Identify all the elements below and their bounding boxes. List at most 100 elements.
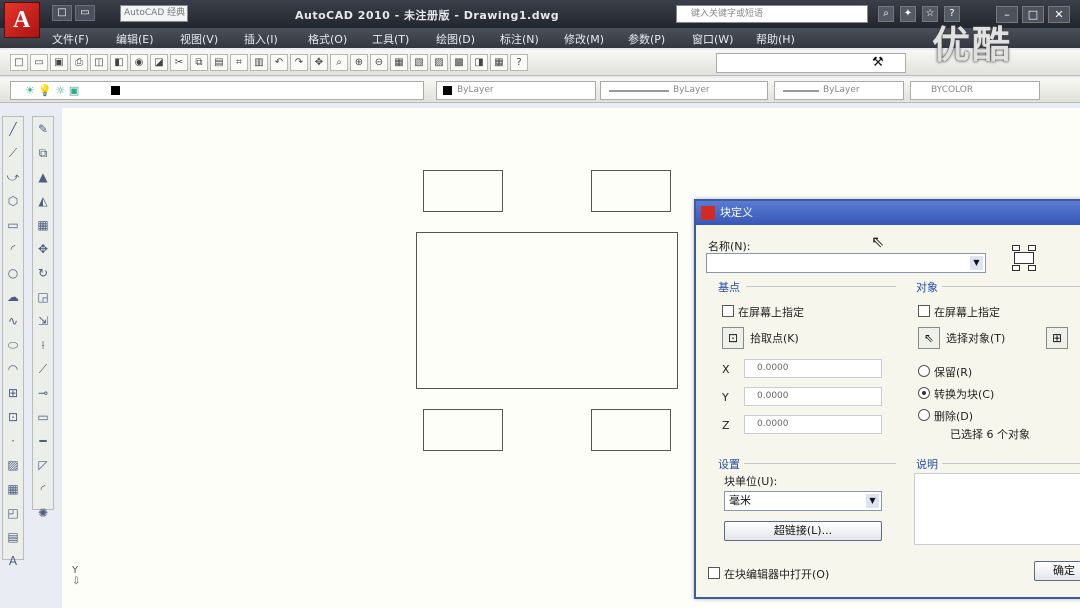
pan-icon[interactable]: ✥	[310, 54, 328, 71]
plotstyle-control[interactable]: BYCOLOR	[910, 81, 1040, 100]
open-in-block-editor-checkbox[interactable]	[708, 567, 720, 579]
region-icon[interactable]: ◰	[3, 501, 23, 525]
qnew-icon[interactable]: □	[52, 5, 72, 21]
plot-icon[interactable]: ⎙	[70, 54, 88, 71]
menu-modify[interactable]: 修改(M)	[564, 28, 628, 48]
base-y-input[interactable]: 0.0000	[744, 387, 882, 406]
rotate-icon[interactable]: ↻	[33, 261, 53, 285]
cut-icon[interactable]: ✂	[170, 54, 188, 71]
zoom-window-icon[interactable]: ⊕	[350, 54, 368, 71]
sheet-set-icon[interactable]: ▩	[450, 54, 468, 71]
chair-rectangle[interactable]	[423, 409, 503, 451]
close-button[interactable]: ✕	[1048, 6, 1070, 23]
select-objects-icon[interactable]: ⇖	[918, 327, 940, 349]
3d-dwf-icon[interactable]: ◉	[130, 54, 148, 71]
gradient-icon[interactable]: ▦	[3, 477, 23, 501]
design-feed-icon[interactable]: ◪	[150, 54, 168, 71]
qopen-icon[interactable]: ▭	[75, 5, 95, 21]
table-icon[interactable]: ▤	[3, 525, 23, 549]
menu-tools[interactable]: 工具(T)	[372, 28, 436, 48]
save-icon[interactable]: ▣	[50, 54, 68, 71]
lineweight-control[interactable]: ByLayer	[774, 81, 904, 100]
trim-icon[interactable]: ⟊	[33, 333, 53, 357]
zoom-realtime-icon[interactable]: ⌕	[330, 54, 348, 71]
chamfer-icon[interactable]: ◸	[33, 453, 53, 477]
block-unit-select[interactable]: 毫米 ▼	[724, 491, 882, 511]
fillet-icon[interactable]: ◜	[33, 477, 53, 501]
ellipse-arc-icon[interactable]: ◠	[3, 357, 23, 381]
communication-center-icon[interactable]: ✦	[900, 6, 916, 22]
offset-icon[interactable]: ◭	[33, 189, 53, 213]
move-icon[interactable]: ✥	[33, 237, 53, 261]
break-icon[interactable]: ▭	[33, 405, 53, 429]
color-control[interactable]: ByLayer	[436, 81, 596, 100]
menu-view[interactable]: 视图(V)	[180, 28, 244, 48]
quickcalc-icon[interactable]: ▦	[490, 54, 508, 71]
open-icon[interactable]: ▭	[30, 54, 48, 71]
ellipse-icon[interactable]: ⬭	[3, 333, 23, 357]
delete-radio[interactable]	[918, 409, 930, 421]
menu-dimension[interactable]: 标注(N)	[500, 28, 564, 48]
zoom-previous-icon[interactable]: ⊖	[370, 54, 388, 71]
quick-select-icon[interactable]: ⊞	[1046, 327, 1068, 349]
paste-icon[interactable]: ▤	[210, 54, 228, 71]
hatch-icon[interactable]: ▨	[3, 453, 23, 477]
chevron-down-icon[interactable]: ▼	[970, 256, 983, 270]
polygon-icon[interactable]: ⬡	[3, 189, 23, 213]
undo-icon[interactable]: ↶	[270, 54, 288, 71]
help-search-input[interactable]: 键入关键字或短语	[676, 5, 868, 23]
arc-icon[interactable]: ◜	[3, 237, 23, 261]
application-menu-button[interactable]: A	[4, 2, 40, 38]
stretch-icon[interactable]: ⇲	[33, 309, 53, 333]
layer-control[interactable]: ☀ 💡 ☼ ▣	[10, 81, 424, 100]
point-icon[interactable]: ·	[3, 429, 23, 453]
retain-radio[interactable]	[918, 365, 930, 377]
chair-rectangle[interactable]	[423, 170, 503, 212]
block-name-combo[interactable]: ▼	[706, 253, 986, 273]
design-center-icon[interactable]: ▧	[410, 54, 428, 71]
erase-icon[interactable]: ✎	[33, 117, 53, 141]
redo-icon[interactable]: ↷	[290, 54, 308, 71]
linetype-control[interactable]: ByLayer	[600, 81, 768, 100]
search-icon[interactable]: ⌕	[878, 6, 894, 22]
menu-edit[interactable]: 编辑(E)	[116, 28, 180, 48]
base-specify-on-screen-checkbox[interactable]	[722, 305, 734, 317]
make-block-icon[interactable]: ⊡	[3, 405, 23, 429]
menu-help[interactable]: 帮助(H)	[756, 28, 820, 48]
new-icon[interactable]: □	[10, 54, 28, 71]
array-icon[interactable]: ▦	[33, 213, 53, 237]
convert-to-block-radio[interactable]	[918, 387, 930, 399]
chair-rectangle[interactable]	[591, 170, 671, 212]
menu-file[interactable]: 文件(F)	[52, 28, 116, 48]
menu-parametric[interactable]: 参数(P)	[628, 28, 692, 48]
markup-icon[interactable]: ◨	[470, 54, 488, 71]
maximize-button[interactable]: □	[1022, 6, 1044, 23]
menu-draw[interactable]: 绘图(D)	[436, 28, 500, 48]
pick-point-icon[interactable]: ⊡	[722, 327, 744, 349]
menu-window[interactable]: 窗口(W)	[692, 28, 756, 48]
menu-insert[interactable]: 插入(I)	[244, 28, 308, 48]
plot-preview-icon[interactable]: ◫	[90, 54, 108, 71]
spline-icon[interactable]: ∿	[3, 309, 23, 333]
table-rectangle[interactable]	[416, 232, 678, 389]
block-editor-icon[interactable]: ▥	[250, 54, 268, 71]
base-x-input[interactable]: 0.0000	[744, 359, 882, 378]
description-textarea[interactable]	[914, 473, 1080, 545]
mirror-icon[interactable]: ▲	[33, 165, 53, 189]
objects-specify-on-screen-checkbox[interactable]	[918, 305, 930, 317]
properties-icon[interactable]: ▦	[390, 54, 408, 71]
annotation-scale-icon[interactable]: ⚒	[872, 55, 884, 70]
insert-block-icon[interactable]: ⊞	[3, 381, 23, 405]
scale-icon[interactable]: ◲	[33, 285, 53, 309]
explode-icon[interactable]: ✺	[33, 501, 53, 525]
hyperlink-button[interactable]: 超链接(L)...	[724, 521, 882, 541]
menu-format[interactable]: 格式(O)	[308, 28, 372, 48]
revision-cloud-icon[interactable]: ☁	[3, 285, 23, 309]
publish-icon[interactable]: ◧	[110, 54, 128, 71]
base-z-input[interactable]: 0.0000	[744, 415, 882, 434]
break-at-point-icon[interactable]: ⊸	[33, 381, 53, 405]
extend-icon[interactable]: ⟋	[33, 357, 53, 381]
copy-icon[interactable]: ⧉	[190, 54, 208, 71]
tool-palettes-icon[interactable]: ▨	[430, 54, 448, 71]
chair-rectangle[interactable]	[591, 409, 671, 451]
